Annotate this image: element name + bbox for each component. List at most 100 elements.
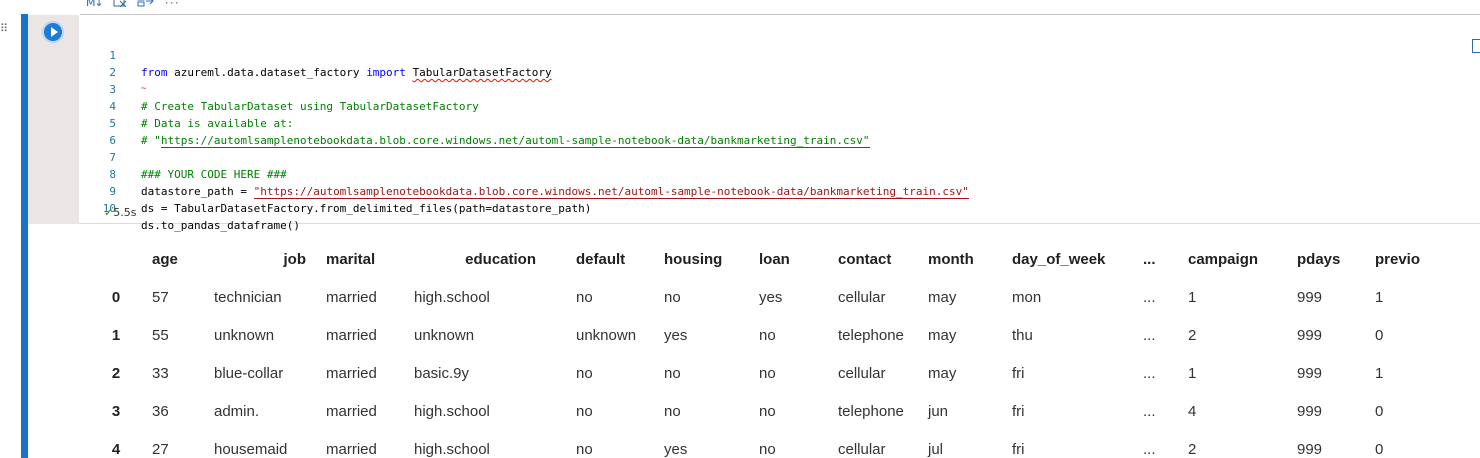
split-cell-icon[interactable]: [137, 0, 155, 10]
delete-cell-icon[interactable]: [1472, 39, 1480, 53]
table-cell: housemaid: [214, 440, 288, 458]
column-header: contact: [838, 250, 892, 268]
code-line: 1 from azureml.data.dataset_factory impo…: [79, 30, 551, 79]
table-cell: unknown: [414, 326, 475, 344]
row-index: 4: [111, 440, 121, 458]
code-line: 2 ~: [79, 47, 146, 94]
table-cell: fri: [1012, 402, 1025, 420]
row-index: 0: [111, 288, 121, 306]
table-cell: no: [759, 402, 776, 420]
markdown-toggle-button[interactable]: M↓: [86, 0, 104, 9]
table-cell: no: [576, 364, 593, 382]
table-header-row: age job marital education default housin…: [80, 240, 1430, 278]
table-cell: no: [576, 440, 593, 458]
table-cell: high.school: [414, 440, 490, 458]
code-editor[interactable]: 1 from azureml.data.dataset_factory impo…: [79, 15, 1480, 232]
column-header: day_of_week: [1012, 250, 1106, 268]
dataframe-output-table: age job marital education default housin…: [80, 240, 1430, 458]
code-comment: ### YOUR CODE HERE ###: [141, 168, 287, 181]
table-cell: yes: [664, 440, 688, 458]
column-header: default: [576, 250, 626, 268]
row-index: 3: [111, 402, 121, 420]
column-header: previo: [1375, 250, 1421, 268]
table-cell: 57: [152, 288, 169, 306]
code-text: ds = TabularDatasetFactory.from_delimite…: [141, 202, 592, 215]
table-cell: 4: [1188, 402, 1197, 420]
column-header: campaign: [1188, 250, 1259, 268]
code-comment: # Data is available at:: [141, 117, 294, 130]
table-cell: 2: [1188, 326, 1197, 344]
table-cell: high.school: [414, 402, 490, 420]
table-cell: technician: [214, 288, 282, 306]
table-cell: ...: [1143, 288, 1156, 306]
table-cell: no: [664, 288, 681, 306]
table-cell: high.school: [414, 288, 490, 306]
table-cell: 1: [1375, 288, 1384, 306]
table-cell: 1: [1188, 364, 1197, 382]
table-cell: 0: [1375, 402, 1384, 420]
code-comment: # "https://automlsamplenotebookdata.blob…: [141, 134, 870, 148]
table-cell: telephone: [838, 326, 904, 344]
column-header: marital: [326, 250, 376, 268]
success-check-icon: ✓: [104, 206, 114, 219]
table-cell: fri: [1012, 440, 1025, 458]
execution-time: 5.5s: [113, 206, 137, 219]
table-cell: mon: [1012, 288, 1042, 306]
table-cell: unknown: [576, 326, 637, 344]
execution-status: ✓5.5s: [104, 206, 136, 219]
table-cell: 0: [1375, 440, 1384, 458]
table-cell: blue-collar: [214, 364, 284, 382]
table-cell: jun: [928, 402, 949, 420]
table-row: 2 33 blue-collar married basic.9y no no no cellu…: [80, 354, 1430, 392]
drag-handle-icon[interactable]: ⠿: [0, 23, 8, 34]
code-text: from azureml.data.dataset_factory import…: [141, 66, 552, 79]
code-line: 6: [79, 115, 119, 147]
run-cell-button[interactable]: [42, 21, 64, 43]
table-cell: 1: [1188, 288, 1197, 306]
table-cell: married: [326, 440, 377, 458]
table-cell: cellular: [838, 364, 886, 382]
table-row: 1 55 unknown married unknown unknown yes no tele…: [80, 316, 1430, 354]
table-cell: 999: [1297, 288, 1323, 306]
column-header: loan: [759, 250, 790, 268]
table-cell: cellular: [838, 440, 886, 458]
clear-output-icon[interactable]: [113, 0, 127, 10]
code-line: 3 # Create TabularDataset using TabularD…: [79, 64, 478, 113]
column-header: age: [152, 250, 178, 268]
table-cell: admin.: [214, 402, 260, 420]
column-header: month: [928, 250, 974, 268]
row-index: 1: [111, 326, 121, 344]
more-actions-button[interactable]: ···: [165, 0, 180, 9]
active-cell-indicator: [21, 14, 28, 458]
play-icon: [50, 27, 58, 37]
column-header: job: [283, 250, 307, 268]
code-comment: # Create TabularDataset using TabularDat…: [141, 100, 479, 113]
table-cell: ...: [1143, 364, 1156, 382]
table-cell: 999: [1297, 364, 1323, 382]
code-line: 9 ds = TabularDatasetFactory.from_delimi…: [79, 166, 591, 215]
table-cell: may: [928, 288, 957, 306]
table-cell: yes: [664, 326, 688, 344]
table-cell: yes: [759, 288, 783, 306]
code-text: datastore_path = "https://automlsampleno…: [141, 185, 969, 199]
table-cell: married: [326, 288, 377, 306]
table-cell: 33: [152, 364, 169, 382]
row-index: 2: [111, 364, 121, 382]
url-string[interactable]: "https://automlsamplenotebookdata.blob.c…: [253, 185, 969, 199]
table-cell: ...: [1143, 326, 1156, 344]
table-cell: unknown: [214, 326, 275, 344]
table-cell: may: [928, 326, 957, 344]
code-text: ds.to_pandas_dataframe(): [141, 219, 300, 232]
table-cell: married: [326, 364, 377, 382]
lint-squiggle-marker: ~: [141, 84, 147, 94]
table-cell: 2: [1188, 440, 1197, 458]
table-cell: 0: [1375, 326, 1384, 344]
table-cell: thu: [1012, 326, 1033, 344]
table-cell: 999: [1297, 440, 1323, 458]
table-row: 0 57 technician married high.school no no yes ce…: [80, 278, 1430, 316]
table-cell: 999: [1297, 402, 1323, 420]
column-header: education: [465, 250, 536, 268]
url-link[interactable]: https://automlsamplenotebookdata.blob.co…: [160, 134, 870, 148]
table-cell: 36: [152, 402, 169, 420]
table-cell: 55: [152, 326, 169, 344]
